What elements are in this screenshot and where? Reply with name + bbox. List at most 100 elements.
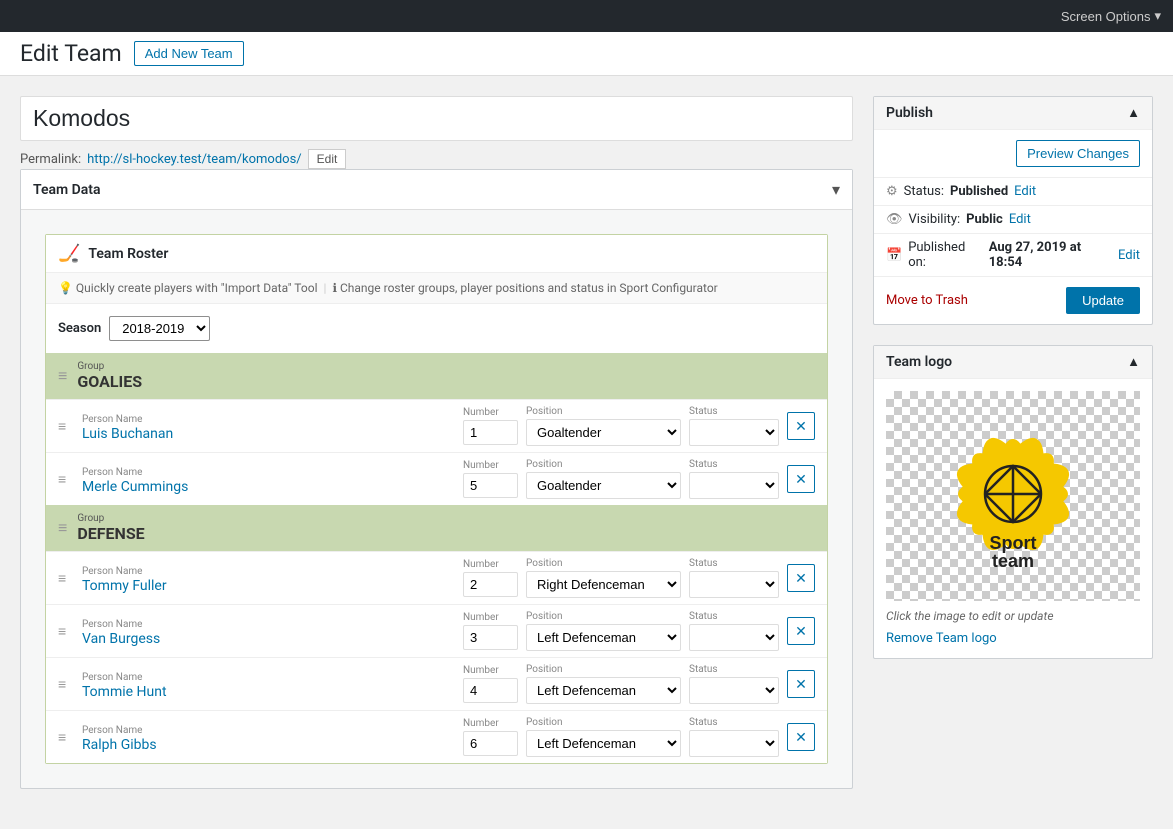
remove-player-button[interactable]: ✕ <box>787 564 815 592</box>
status-icon: ⚙ <box>886 184 898 199</box>
player-info: Person Name Van Burgess <box>82 616 455 647</box>
player-name-link[interactable]: Van Burgess <box>82 631 455 647</box>
status-select[interactable] <box>689 571 779 598</box>
status-select[interactable] <box>689 730 779 757</box>
screen-options-label: Screen Options <box>1061 9 1151 24</box>
logo-svg-graphic: Sport team <box>943 414 1083 574</box>
visibility-value: Public <box>966 212 1003 227</box>
roster-hint1: 💡 Quickly create players with "Import Da… <box>58 281 318 295</box>
season-label: Season <box>58 321 101 336</box>
content-area: Permalink: http://sl-hockey.test/team/ko… <box>20 96 853 809</box>
logo-header[interactable]: Team logo ▲ <box>874 346 1152 379</box>
team-title-input[interactable] <box>20 96 853 141</box>
group-drag-handle[interactable]: ≡ <box>58 518 67 538</box>
remove-player-button[interactable]: ✕ <box>787 723 815 751</box>
status-select[interactable] <box>689 472 779 499</box>
number-input[interactable] <box>463 420 518 445</box>
position-label: Position <box>526 406 681 417</box>
remove-player-button[interactable]: ✕ <box>787 412 815 440</box>
status-select[interactable] <box>689 624 779 651</box>
number-label: Number <box>463 718 518 729</box>
publish-box: Publish ▲ Preview Changes ⚙ Status: Publ… <box>873 96 1153 325</box>
publish-actions-top: Preview Changes <box>874 130 1152 177</box>
position-select[interactable]: GoaltenderRight DefencemanLeft Defencema… <box>526 677 681 704</box>
trash-link[interactable]: Move to Trash <box>886 293 968 308</box>
logo-toggle[interactable]: ▲ <box>1127 354 1140 370</box>
player-name-link[interactable]: Tommy Fuller <box>82 578 455 594</box>
status-select[interactable] <box>689 677 779 704</box>
group-drag-handle[interactable]: ≡ <box>58 366 67 386</box>
published-edit-link[interactable]: Edit <box>1118 248 1140 263</box>
player-info: Person Name Tommie Hunt <box>82 669 455 700</box>
status-label: Status <box>689 717 779 728</box>
person-name-label: Person Name <box>82 467 142 478</box>
publish-header[interactable]: Publish ▲ <box>874 97 1152 130</box>
status-field: Status <box>689 459 779 499</box>
player-info: Person Name Merle Cummings <box>82 464 455 495</box>
roster-icon: 🏒 <box>58 243 80 264</box>
status-edit-link[interactable]: Edit <box>1014 184 1036 199</box>
player-name-link[interactable]: Merle Cummings <box>82 479 455 495</box>
sidebar: Publish ▲ Preview Changes ⚙ Status: Publ… <box>873 96 1153 809</box>
publish-toggle[interactable]: ▲ <box>1127 105 1140 121</box>
position-select[interactable]: GoaltenderRight DefencemanLeft Defencema… <box>526 624 681 651</box>
team-logo-image[interactable]: Sport team <box>886 391 1140 601</box>
position-select[interactable]: GoaltenderRight DefencemanLeft Defencema… <box>526 419 681 446</box>
status-label: Status <box>689 406 779 417</box>
player-drag-handle[interactable]: ≡ <box>58 623 74 640</box>
person-name-label: Person Name <box>82 414 142 425</box>
player-drag-handle[interactable]: ≡ <box>58 418 74 435</box>
position-label: Position <box>526 558 681 569</box>
screen-options-button[interactable]: Screen Options ▾ <box>1061 8 1161 24</box>
permalink-row: Permalink: http://sl-hockey.test/team/ko… <box>20 149 853 169</box>
player-row: ≡ Person Name Van Burgess Number Positio… <box>46 604 827 657</box>
team-data-toggle[interactable]: ▾ <box>832 180 840 199</box>
position-select[interactable]: GoaltenderRight DefencemanLeft Defencema… <box>526 472 681 499</box>
add-new-team-button[interactable]: Add New Team <box>134 41 244 66</box>
permalink-url[interactable]: http://sl-hockey.test/team/komodos/ <box>87 152 302 167</box>
status-label: Status <box>689 611 779 622</box>
permalink-edit-button[interactable]: Edit <box>308 149 347 169</box>
player-drag-handle[interactable]: ≡ <box>58 676 74 693</box>
publish-title: Publish <box>886 105 933 121</box>
season-select[interactable]: 2018-2019 2017-2018 2016-2017 <box>109 316 210 341</box>
team-data-title: Team Data <box>33 182 101 198</box>
number-input[interactable] <box>463 625 518 650</box>
roster-hint2: ℹ Change roster groups, player positions… <box>332 281 717 295</box>
player-name-link[interactable]: Tommie Hunt <box>82 684 455 700</box>
player-drag-handle[interactable]: ≡ <box>58 729 74 746</box>
position-select[interactable]: GoaltenderRight DefencemanLeft Defencema… <box>526 730 681 757</box>
player-info: Person Name Tommy Fuller <box>82 563 455 594</box>
preview-changes-button[interactable]: Preview Changes <box>1016 140 1140 167</box>
player-name-link[interactable]: Luis Buchanan <box>82 426 455 442</box>
person-name-label: Person Name <box>82 619 142 630</box>
number-input[interactable] <box>463 731 518 756</box>
player-drag-handle[interactable]: ≡ <box>58 570 74 587</box>
remove-player-button[interactable]: ✕ <box>787 465 815 493</box>
update-button[interactable]: Update <box>1066 287 1140 314</box>
team-data-header[interactable]: Team Data ▾ <box>21 170 852 210</box>
player-drag-handle[interactable]: ≡ <box>58 471 74 488</box>
number-input[interactable] <box>463 572 518 597</box>
remove-player-button[interactable]: ✕ <box>787 617 815 645</box>
position-field: Position GoaltenderRight DefencemanLeft … <box>526 558 681 598</box>
number-input[interactable] <box>463 473 518 498</box>
remove-logo-link[interactable]: Remove Team logo <box>886 631 1140 646</box>
position-select[interactable]: GoaltenderRight DefencemanLeft Defencema… <box>526 571 681 598</box>
roster-hints: 💡 Quickly create players with "Import Da… <box>46 273 827 304</box>
status-label: Status: <box>904 184 944 199</box>
position-field: Position GoaltenderRight DefencemanLeft … <box>526 664 681 704</box>
remove-player-button[interactable]: ✕ <box>787 670 815 698</box>
number-label: Number <box>463 665 518 676</box>
number-input[interactable] <box>463 678 518 703</box>
position-label: Position <box>526 459 681 470</box>
group-label: Group <box>77 513 144 524</box>
position-field: Position GoaltenderRight DefencemanLeft … <box>526 717 681 757</box>
status-field: Status <box>689 664 779 704</box>
visibility-edit-link[interactable]: Edit <box>1009 212 1031 227</box>
status-label: Status <box>689 459 779 470</box>
status-select[interactable] <box>689 419 779 446</box>
visibility-icon: 👁 <box>886 212 903 227</box>
number-label: Number <box>463 407 518 418</box>
player-name-link[interactable]: Ralph Gibbs <box>82 737 455 753</box>
